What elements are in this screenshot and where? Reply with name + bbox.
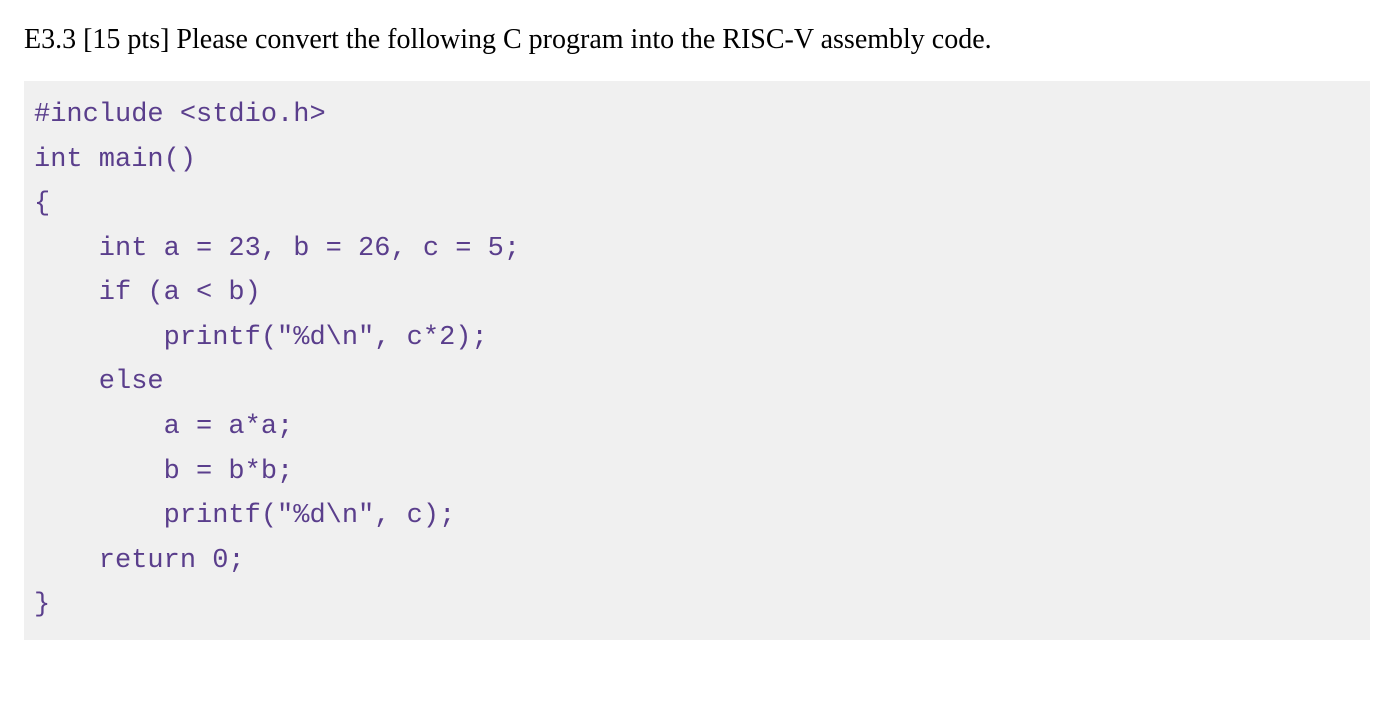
code-line: {	[34, 182, 1360, 227]
code-line: }	[34, 583, 1360, 628]
question-prompt: E3.3 [15 pts] Please convert the followi…	[24, 20, 1370, 59]
code-block: #include <stdio.h> int main() { int a = …	[24, 81, 1370, 640]
code-line: printf("%d\n", c);	[34, 494, 1360, 539]
code-line: a = a*a;	[34, 405, 1360, 450]
code-line: if (a < b)	[34, 271, 1360, 316]
code-line: printf("%d\n", c*2);	[34, 316, 1360, 361]
code-line: int main()	[34, 138, 1360, 183]
code-line: return 0;	[34, 539, 1360, 584]
code-line: b = b*b;	[34, 450, 1360, 495]
code-line: else	[34, 360, 1360, 405]
code-line: int a = 23, b = 26, c = 5;	[34, 227, 1360, 272]
code-line: #include <stdio.h>	[34, 93, 1360, 138]
